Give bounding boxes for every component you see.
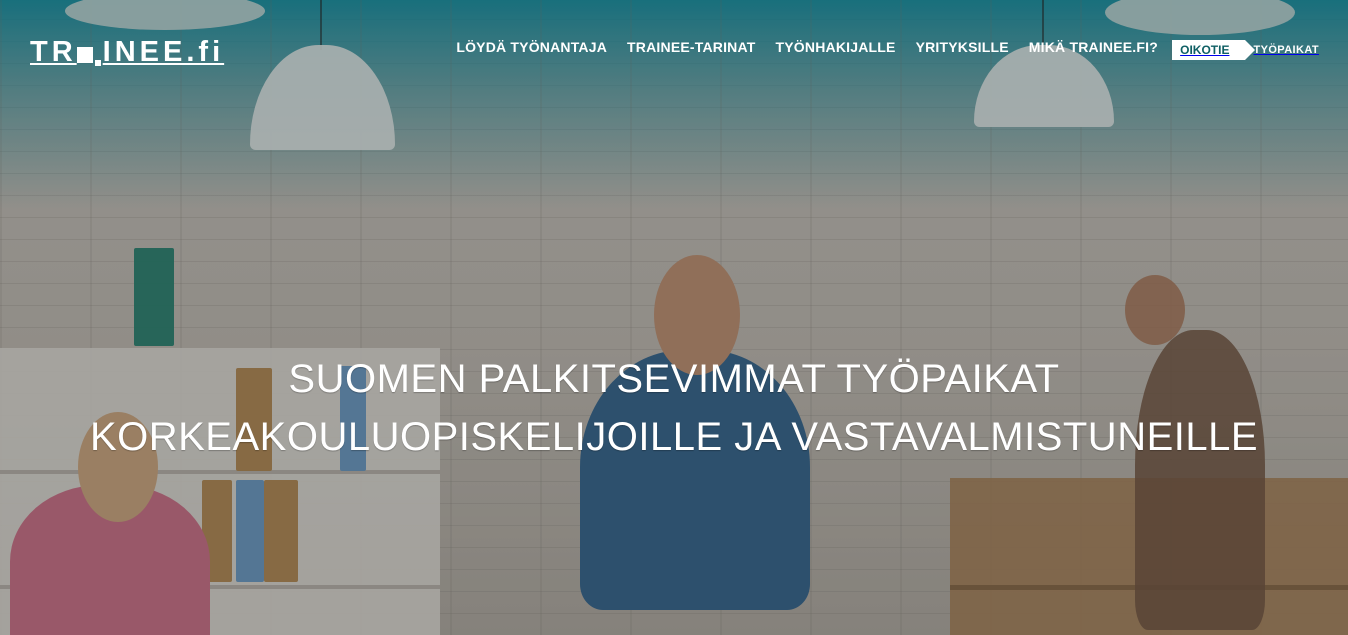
nav-loyda-tyonantaja[interactable]: LÖYDÄ TYÖNANTAJA <box>456 39 607 55</box>
hero-background <box>0 0 1348 635</box>
hero-headline-line-2: KORKEAKOULUOPISKELIJOILLE JA VASTAVALMIS… <box>89 414 1259 459</box>
site-logo[interactable]: TR INEE.fi <box>30 35 225 68</box>
logo-dot-icon <box>94 60 101 66</box>
nav-yrityksille[interactable]: YRITYKSILLE <box>916 39 1009 55</box>
nav-trainee-tarinat[interactable]: TRAINEE-TARINAT <box>627 39 755 55</box>
hero-headline-line-1: SUOMEN PALKITSEVIMMAT TYÖPAIKAT <box>288 356 1060 401</box>
oikotie-tyopaikat-link[interactable]: OIKOTIE TYÖPAIKAT <box>1172 40 1319 60</box>
main-nav: LÖYDÄ TYÖNANTAJA TRAINEE-TARINAT TYÖNHAK… <box>456 39 1158 55</box>
logo-text-part-1: TR <box>30 35 77 68</box>
oikotie-badge: OIKOTIE <box>1172 40 1256 60</box>
hero-headline: SUOMEN PALKITSEVIMMAT TYÖPAIKAT KORKEAKO… <box>0 350 1348 466</box>
top-navigation: TR INEE.fi LÖYDÄ TYÖNANTAJA TRAINEE-TARI… <box>0 0 1348 90</box>
nav-tyonhakijalle[interactable]: TYÖNHAKIJALLE <box>776 39 896 55</box>
hero-overlay <box>0 0 1348 635</box>
tyopaikat-label: TYÖPAIKAT <box>1253 44 1319 56</box>
logo-block-icon <box>76 47 93 63</box>
nav-mika-trainee[interactable]: MIKÄ TRAINEE.FI? <box>1029 39 1158 55</box>
logo-text-part-2: INEE.fi <box>102 35 225 68</box>
